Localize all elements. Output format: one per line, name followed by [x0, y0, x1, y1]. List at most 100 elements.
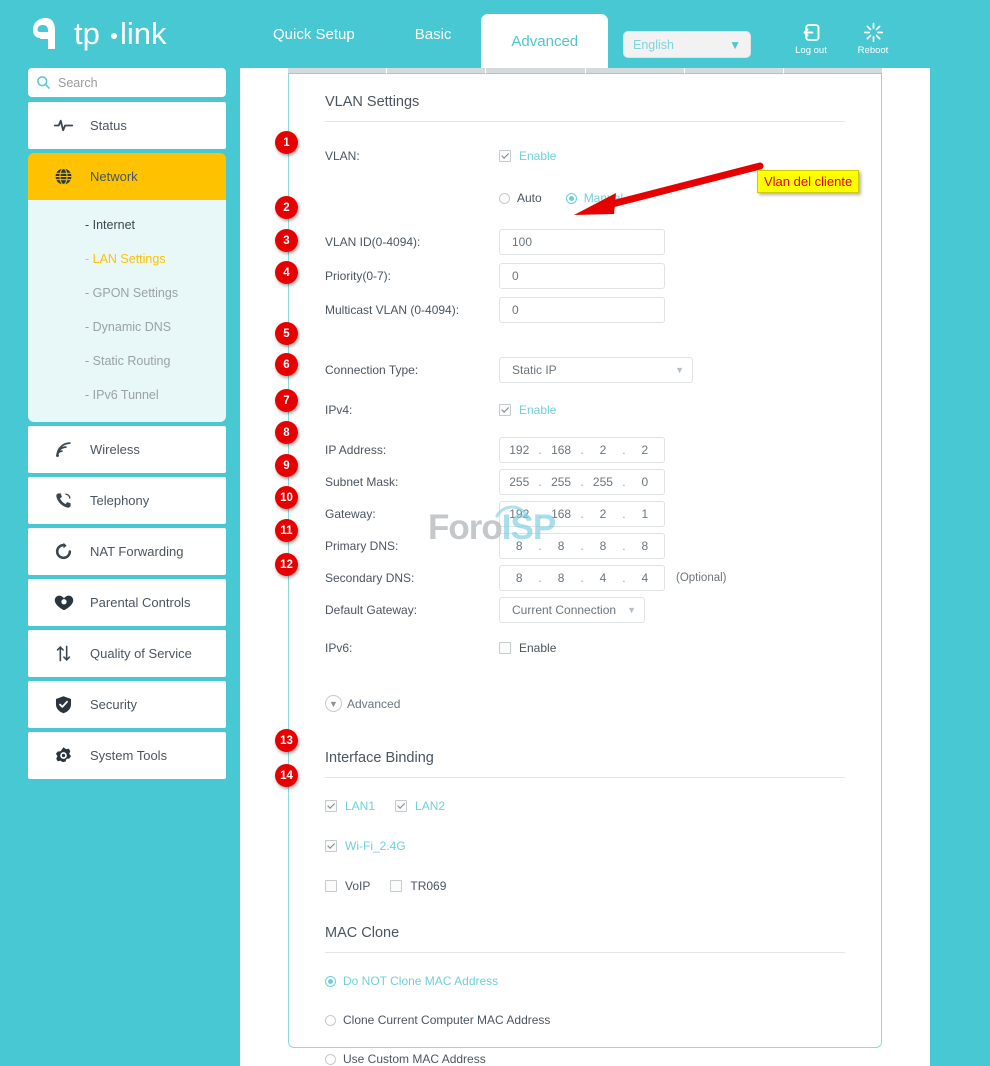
mac-clone-none-radio[interactable] — [325, 975, 336, 987]
default-gateway-select[interactable]: Current Connection ▼ — [499, 597, 645, 623]
sidebar-item-ipv6-tunnel[interactable]: - IPv6 Tunnel — [28, 378, 226, 412]
ip-octet[interactable]: 4 — [626, 571, 665, 585]
priority-row: Priority(0-7): 0 — [325, 263, 845, 289]
subnet-mask-row: Subnet Mask: 255 . 255 . 255 . 0 — [325, 469, 845, 495]
chevron-down-icon: ▼ — [729, 37, 741, 52]
lan1-label[interactable]: LAN1 — [345, 799, 375, 813]
vlan-enable-row: VLAN: Enable — [325, 143, 845, 169]
ipv4-enable-label[interactable]: Enable — [519, 403, 556, 417]
connection-type-select[interactable]: Static IP ▼ — [499, 357, 693, 383]
ip-address-input[interactable]: 192 . 168 . 2 . 2 — [499, 437, 665, 463]
gateway-input[interactable]: 192 . 168 . 2 . 1 — [499, 501, 665, 527]
mac-clone-current-label[interactable]: Clone Current Computer MAC Address — [343, 1013, 550, 1027]
sidebar-item-lan-settings[interactable]: - LAN Settings — [28, 242, 226, 276]
sidebar-item-status[interactable]: Status — [28, 102, 226, 149]
ipv6-enable-checkbox[interactable] — [499, 642, 511, 654]
sidebar-item-dynamic-dns[interactable]: - Dynamic DNS — [28, 310, 226, 344]
tr069-checkbox[interactable] — [390, 880, 403, 892]
primary-dns-input[interactable]: 8 . 8 . 8 . 8 — [499, 533, 665, 559]
vlan-enable-checkbox[interactable] — [499, 150, 511, 162]
vlan-mode-auto-radio[interactable] — [499, 192, 510, 204]
ip-octet[interactable]: 2 — [584, 507, 623, 521]
mac-clone-custom-label[interactable]: Use Custom MAC Address — [343, 1052, 486, 1066]
language-select[interactable]: English ▼ — [623, 31, 751, 58]
sidebar-item-nat-forwarding[interactable]: NAT Forwarding — [28, 528, 226, 575]
voip-label[interactable]: VoIP — [345, 879, 370, 893]
sidebar-item-security[interactable]: Security — [28, 681, 226, 728]
chevron-down-icon: ▼ — [675, 365, 684, 375]
tp-link-logo: tp link — [30, 10, 210, 56]
sidebar-item-network[interactable]: Network — [28, 153, 226, 200]
ip-octet[interactable]: 8 — [542, 571, 581, 585]
vlan-mode-manual-label[interactable]: Manual — [584, 191, 623, 205]
ip-octet[interactable]: 192 — [500, 443, 539, 457]
sidebar-item-quality-of-service[interactable]: Quality of Service — [28, 630, 226, 677]
logout-button[interactable]: Log out — [783, 22, 839, 56]
ip-octet[interactable]: 8 — [500, 571, 539, 585]
multicast-vlan-input[interactable]: 0 — [499, 297, 665, 323]
mac-clone-option-none[interactable]: Do NOT Clone MAC Address — [325, 974, 845, 988]
router-admin-page: tp link Quick Setup Basic Advanced Engli… — [0, 0, 990, 1066]
sidebar-item-internet[interactable]: - Internet — [28, 208, 226, 242]
mac-clone-none-label[interactable]: Do NOT Clone MAC Address — [343, 974, 498, 988]
tab-advanced[interactable]: Advanced — [481, 14, 609, 68]
sidebar-item-parental-controls[interactable]: Parental Controls — [28, 579, 226, 626]
mac-clone-option-custom[interactable]: Use Custom MAC Address — [325, 1052, 845, 1066]
ip-octet[interactable]: 255 — [500, 475, 539, 489]
lan1-checkbox[interactable] — [325, 800, 337, 812]
pulse-icon — [54, 116, 82, 135]
sidebar-item-wireless[interactable]: Wireless — [28, 426, 226, 473]
ip-octet[interactable]: 168 — [542, 443, 581, 457]
advanced-toggle-label: Advanced — [347, 696, 401, 711]
lan-settings-panel: VLAN Settings VLAN: Enable Auto Manual V… — [288, 68, 882, 1066]
sidebar-item-static-routing[interactable]: - Static Routing — [28, 344, 226, 378]
default-gateway-value: Current Connection — [512, 603, 617, 617]
sidebar-item-gpon-settings[interactable]: - GPON Settings — [28, 276, 226, 310]
ip-octet[interactable]: 4 — [584, 571, 623, 585]
priority-input[interactable]: 0 — [499, 263, 665, 289]
ip-octet[interactable]: 192 — [500, 507, 539, 521]
ip-octet[interactable]: 0 — [626, 475, 665, 489]
lan2-label[interactable]: LAN2 — [415, 799, 445, 813]
wifi-24g-checkbox[interactable] — [325, 840, 337, 852]
ip-octet[interactable]: 255 — [542, 475, 581, 489]
search-placeholder: Search — [58, 75, 98, 90]
mac-clone-current-radio[interactable] — [325, 1014, 336, 1026]
search-input[interactable]: Search — [28, 68, 226, 97]
ip-octet[interactable]: 8 — [626, 539, 665, 553]
vlan-mode-auto-label[interactable]: Auto — [517, 191, 542, 205]
ip-octet[interactable]: 255 — [584, 475, 623, 489]
reboot-button[interactable]: Reboot — [845, 22, 901, 56]
tab-basic[interactable]: Basic — [385, 0, 482, 68]
mac-clone-custom-radio[interactable] — [325, 1053, 336, 1065]
wifi-24g-label[interactable]: Wi-Fi_2.4G — [345, 839, 406, 853]
vlan-id-input[interactable]: 100 — [499, 229, 665, 255]
ip-octet[interactable]: 8 — [584, 539, 623, 553]
ip-octet[interactable]: 2 — [626, 443, 665, 457]
sidebar-item-system-tools[interactable]: System Tools — [28, 732, 226, 779]
search-icon — [36, 75, 51, 90]
advanced-toggle[interactable]: ▼ Advanced — [325, 695, 845, 712]
voip-checkbox[interactable] — [325, 880, 337, 892]
vlan-mode-manual-radio[interactable] — [565, 192, 577, 204]
ip-octet[interactable]: 8 — [500, 539, 539, 553]
ip-octet[interactable]: 8 — [542, 539, 581, 553]
ip-octet[interactable]: 1 — [626, 507, 665, 521]
tab-quick-setup[interactable]: Quick Setup — [243, 0, 385, 68]
ip-octet[interactable]: 2 — [584, 443, 623, 457]
ipv6-enable-row: IPv6: Enable — [325, 635, 845, 661]
lan2-checkbox[interactable] — [395, 800, 408, 812]
mac-clone-option-current[interactable]: Clone Current Computer MAC Address — [325, 1013, 845, 1027]
tr069-label[interactable]: TR069 — [410, 879, 446, 893]
ipv4-enable-checkbox[interactable] — [499, 404, 511, 416]
ip-octet[interactable]: 168 — [542, 507, 581, 521]
secondary-dns-input[interactable]: 8 . 8 . 4 . 4 — [499, 565, 665, 591]
secondary-dns-label: Secondary DNS: — [325, 571, 415, 585]
ipv6-enable-label[interactable]: Enable — [519, 641, 556, 655]
vlan-enable-label[interactable]: Enable — [519, 149, 556, 163]
sidebar-item-telephony[interactable]: Telephony — [28, 477, 226, 524]
subnet-mask-input[interactable]: 255 . 255 . 255 . 0 — [499, 469, 665, 495]
gateway-label: Gateway: — [325, 507, 376, 521]
annotation-badge-7: 7 — [275, 389, 298, 412]
interface-binding-row-2: Wi-Fi_2.4G — [325, 839, 845, 853]
